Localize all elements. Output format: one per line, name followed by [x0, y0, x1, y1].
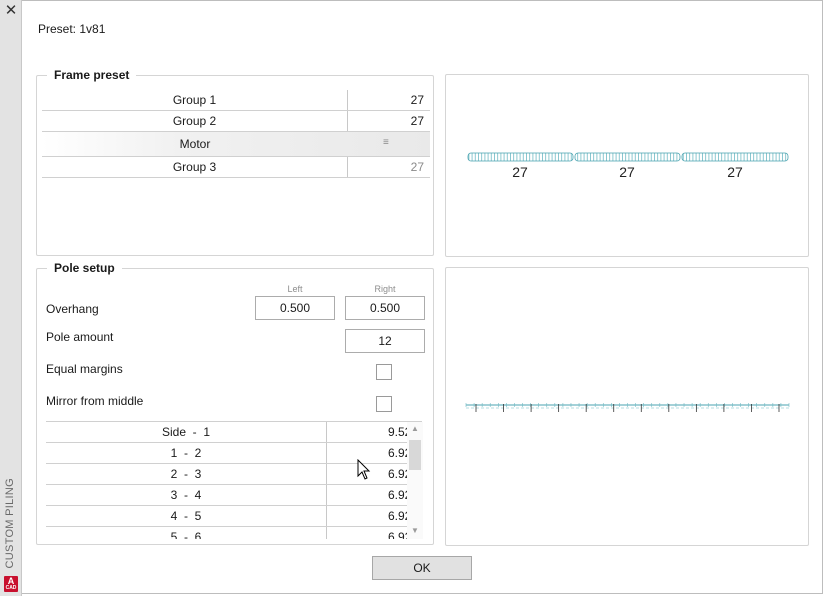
right-column-header: Right: [374, 284, 396, 294]
pole-setup-group: Pole setup Left Right Overhang 0.500 0.5…: [36, 261, 434, 545]
table-row[interactable]: Group 2 27: [42, 111, 430, 132]
frame-segment-1: [467, 152, 574, 162]
overhang-right-input[interactable]: 0.500: [345, 296, 425, 320]
equal-margins-checkbox[interactable]: [376, 364, 392, 380]
span-cell: Side - 1: [46, 422, 327, 442]
segment-count-label: 27: [727, 164, 743, 180]
segment-count-label: 27: [512, 164, 528, 180]
motor-row[interactable]: Motor ≡: [42, 132, 430, 157]
group-count-cell[interactable]: 27: [348, 111, 430, 131]
frame-preset-group: Frame preset Group 1 27 Group 2 27 Motor…: [36, 68, 434, 256]
frame-segment-3: [681, 152, 789, 162]
span-cell: 1 - 2: [46, 443, 327, 463]
scroll-up-icon[interactable]: ▲: [407, 424, 423, 434]
scrollbar-thumb[interactable]: [409, 440, 421, 470]
pole-amount-input[interactable]: 12: [345, 329, 425, 353]
frame-segment-2: [574, 152, 681, 162]
mirror-from-middle-label: Mirror from middle: [46, 394, 144, 408]
logo-caption: CAD: [5, 585, 17, 591]
pole-amount-label: Pole amount: [46, 330, 114, 344]
pole-setup-title: Pole setup: [47, 261, 122, 275]
motor-name-cell: Motor: [179, 137, 211, 151]
frame-preset-title: Frame preset: [47, 68, 137, 82]
group-name-cell: Group 2: [42, 111, 348, 131]
table-row[interactable]: 5 - 6 6.923: [46, 526, 422, 539]
group-name-cell: Group 3: [42, 157, 348, 177]
pole-markers: [465, 403, 790, 412]
pole-preview-panel: [445, 267, 809, 546]
group-count-cell[interactable]: 27: [348, 90, 430, 110]
close-icon[interactable]: ✕: [0, 2, 22, 20]
segment-count-label: 27: [619, 164, 635, 180]
left-column-header: Left: [287, 284, 303, 294]
ok-button[interactable]: OK: [372, 556, 472, 580]
frame-preview-drawing: 27 27 27: [467, 152, 789, 180]
span-cell: 4 - 5: [46, 506, 327, 526]
group-name-cell: Group 1: [42, 90, 348, 110]
span-cell: 3 - 4: [46, 485, 327, 505]
drag-handle-icon[interactable]: ≡: [348, 132, 430, 156]
side-palette-strip: ✕ CUSTOM PILING A CAD: [0, 0, 22, 596]
spacing-table-scrollbar[interactable]: ▲ ▼: [407, 422, 423, 539]
table-row[interactable]: Group 3 27: [42, 157, 430, 178]
pole-preview-drawing: [465, 403, 790, 412]
equal-margins-label: Equal margins: [46, 362, 123, 376]
overhang-label: Overhang: [46, 302, 99, 316]
mouse-cursor-icon: [357, 459, 371, 480]
overhang-left-input[interactable]: 0.500: [255, 296, 335, 320]
group-count-cell[interactable]: 27: [348, 157, 430, 177]
span-cell: 2 - 3: [46, 464, 327, 484]
table-row[interactable]: 3 - 4 6.923: [46, 484, 422, 505]
frame-preset-table: Group 1 27 Group 2 27 Motor ≡ Group 3 27: [42, 90, 430, 178]
scroll-down-icon[interactable]: ▼: [407, 526, 423, 536]
autocad-logo-icon: A CAD: [4, 576, 18, 592]
table-row[interactable]: Group 1 27: [42, 90, 430, 111]
palette-title: CUSTOM PILING: [4, 477, 16, 569]
mirror-from-middle-checkbox[interactable]: [376, 396, 392, 412]
span-cell: 5 - 6: [46, 527, 327, 539]
frame-preview-panel: 27 27 27: [445, 74, 809, 257]
table-row[interactable]: 4 - 5 6.923: [46, 505, 422, 526]
preset-title: Preset: 1v81: [38, 22, 106, 36]
table-row[interactable]: Side - 1 9.521: [46, 421, 422, 442]
